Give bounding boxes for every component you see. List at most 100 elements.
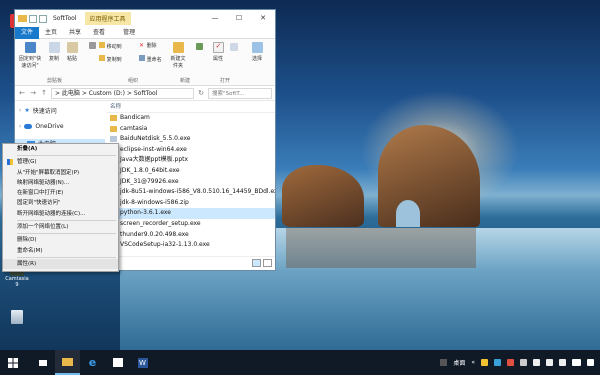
context-menu-item[interactable]: 在新窗口中打开(E): [3, 188, 118, 198]
new-folder-quick-icon[interactable]: [39, 14, 47, 23]
taskbar-word[interactable]: W: [130, 350, 155, 375]
new-item-button[interactable]: [195, 43, 203, 52]
address-bar-row: ← → ↑ > 此电脑 > Custom (D:) > SoftTool ↻ 搜…: [15, 86, 275, 101]
context-menu-item[interactable]: 添加一个网络位置(L): [3, 222, 118, 232]
taskbar-file-explorer[interactable]: [55, 350, 80, 375]
file-row[interactable]: camtasia: [106, 124, 275, 135]
network-icon[interactable]: [533, 359, 540, 366]
cut-button[interactable]: [87, 42, 97, 51]
file-row[interactable]: Java大数据ppt模板.pptx: [106, 155, 275, 166]
tab-share[interactable]: 共享: [63, 27, 87, 39]
file-row[interactable]: thunder9.0.20.498.exe: [106, 230, 275, 241]
context-menu-item[interactable]: 固定到"快速访问": [3, 198, 118, 208]
column-header-name[interactable]: 名称: [106, 102, 275, 113]
nav-label: 快速访问: [32, 108, 57, 115]
file-row[interactable]: screen_recorder_setup.exe: [106, 219, 275, 230]
move-to-button[interactable]: 移动到: [99, 42, 122, 50]
tray-app3-icon[interactable]: [507, 359, 514, 366]
back-button[interactable]: ←: [18, 89, 26, 97]
file-row[interactable]: python-3.6.1.exe: [106, 208, 275, 219]
ime-icon[interactable]: [572, 359, 581, 366]
desktop-toolbar-label[interactable]: 桌面: [453, 358, 465, 367]
rename-button[interactable]: 重命名: [139, 55, 162, 63]
nav-onedrive[interactable]: › OneDrive: [19, 123, 64, 130]
battery-icon[interactable]: [520, 359, 527, 366]
context-menu: 折叠(A) 管理(G) 从"开始"屏幕取消固定(P) 映射网络驱动器(N)... 在新窗…: [2, 143, 119, 272]
recycle-bin-icon: [11, 310, 23, 324]
refresh-button[interactable]: ↻: [197, 89, 205, 97]
word-icon: W: [137, 357, 148, 368]
taskbar-cortana[interactable]: [30, 350, 55, 375]
arch-opening: [396, 200, 420, 227]
paste-button[interactable]: 粘贴: [65, 42, 79, 62]
file-row[interactable]: BaiduNetdisk_5.5.0.exe: [106, 134, 275, 145]
file-row[interactable]: jdk-8u51-windows-i586_V8.0.510.16_14459_…: [106, 187, 275, 198]
file-row[interactable]: JDK_31@79926.exe: [106, 177, 275, 188]
tab-file[interactable]: 文件: [15, 26, 40, 39]
forward-button[interactable]: →: [29, 89, 37, 97]
tray-app2-icon[interactable]: [494, 359, 501, 366]
taskbar-edge[interactable]: e: [80, 350, 105, 375]
volume-icon[interactable]: [546, 359, 553, 366]
open-button[interactable]: [229, 43, 239, 53]
folder-icon: [110, 125, 117, 132]
properties-button[interactable]: ✓ 属性: [210, 42, 226, 62]
file-row[interactable]: JDK_1.8.0_64bit.exe: [106, 166, 275, 177]
keyboard-icon[interactable]: [559, 359, 566, 366]
context-menu-item[interactable]: 属性(R): [3, 258, 118, 270]
context-menu-item[interactable]: 折叠(A): [3, 144, 118, 154]
up-button[interactable]: ↑: [40, 89, 48, 97]
file-name: VSCodeSetup-ia32-1.13.0.exe: [120, 241, 210, 249]
menu-item-label: 从"开始"屏幕取消固定(P): [17, 169, 80, 176]
address-path[interactable]: > 此电脑 > Custom (D:) > SoftTool: [51, 87, 194, 99]
large-icons-view-icon[interactable]: [263, 259, 272, 267]
paste-icon: [66, 42, 78, 53]
details-view-icon[interactable]: [252, 259, 261, 267]
tray-notify-icon[interactable]: [481, 359, 488, 366]
taskbar-store[interactable]: [105, 350, 130, 375]
title-bar[interactable]: SoftTool 应用程序工具 — ☐ ✕: [15, 10, 275, 27]
properties-quick-icon[interactable]: [29, 14, 37, 23]
ribbon-tabs: 文件 主页 共享 查看 管理: [15, 26, 275, 39]
maximize-button[interactable]: ☐: [227, 10, 251, 27]
copy-to-button[interactable]: 复制到: [99, 55, 122, 63]
tab-view[interactable]: 查看: [87, 27, 111, 39]
context-menu-item[interactable]: 映射网络驱动器(N)...: [3, 178, 118, 188]
close-button[interactable]: ✕: [251, 10, 275, 27]
copy-button[interactable]: 复制: [47, 42, 61, 62]
new-folder-button[interactable]: 新建文件夹: [168, 42, 188, 69]
star-icon: ★: [24, 107, 30, 114]
menu-item-label: 删除(D): [17, 237, 37, 244]
select-button[interactable]: 选择: [249, 42, 265, 62]
tray-app-icon[interactable]: [440, 359, 448, 366]
context-menu-item[interactable]: 断开网络驱动器的连接(C)...: [3, 209, 118, 219]
search-input[interactable]: 搜索"SoftT...: [208, 87, 272, 99]
edge-icon: e: [88, 356, 97, 369]
quick-access-toolbar: [15, 14, 47, 23]
pin-quick-access-button[interactable]: 固定到"快速访问": [17, 42, 43, 69]
tab-home[interactable]: 主页: [39, 27, 63, 39]
show-more-icon[interactable]: «: [471, 359, 475, 366]
notification-center-icon[interactable]: [587, 359, 594, 366]
context-menu-item[interactable]: 管理(G): [3, 157, 118, 167]
context-menu-item[interactable]: 重命名(M): [3, 246, 118, 256]
context-menu-item[interactable]: 从"开始"屏幕取消固定(P): [3, 168, 118, 178]
folder-icon: [18, 15, 27, 22]
context-menu-item[interactable]: 删除(D): [3, 235, 118, 245]
file-row[interactable]: Bandicam: [106, 113, 275, 124]
file-name: screen_recorder_setup.exe: [120, 219, 201, 227]
file-list: 名称 Bandicam camtasia BaiduNetdisk_5.5.0.ex…: [106, 102, 275, 257]
delete-button[interactable]: ✕ 删除: [139, 42, 157, 50]
nav-quick-access[interactable]: › ★ 快速访问: [19, 106, 57, 115]
tab-manage[interactable]: 管理: [117, 27, 141, 39]
desktop-icon-recycle-bin[interactable]: [4, 310, 30, 324]
minimize-button[interactable]: —: [203, 10, 227, 27]
file-row[interactable]: jdk-8-windows-i586.zip: [106, 198, 275, 209]
start-button[interactable]: [0, 350, 25, 375]
menu-item-label: 在新窗口中打开(E): [17, 190, 64, 197]
desktop-icon-label: Camtasia 9: [5, 276, 29, 288]
menu-separator: [17, 155, 116, 157]
file-row[interactable]: eclipse-inst-win64.exe: [106, 145, 275, 156]
tab-application-tools[interactable]: 应用程序工具: [84, 12, 131, 25]
file-row[interactable]: VSCodeSetup-ia32-1.13.0.exe: [106, 240, 275, 251]
